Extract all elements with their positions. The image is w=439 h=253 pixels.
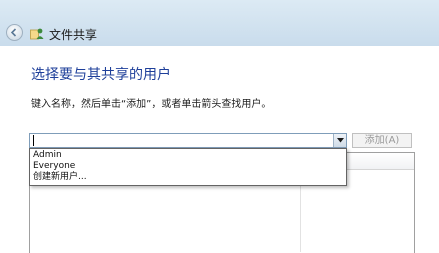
user-dropdown-list[interactable]: Admin Everyone 创建新用户... [29,148,347,186]
dropdown-option-create-new-user[interactable]: 创建新用户... [33,172,87,183]
window-title: 文件共享 [49,28,98,42]
text-caret [33,135,34,146]
instruction-text: 键入名称，然后单击“添加”，或者单击箭头查找用户。 [31,99,272,110]
dropdown-option-everyone[interactable]: Everyone [33,161,75,172]
back-button[interactable] [6,24,23,41]
file-sharing-window: 文件共享 选择要与其共享的用户 键入名称，然后单击“添加”，或者单击箭头查找用户… [0,0,439,253]
chevron-down-icon [337,138,344,143]
back-arrow-icon [10,28,17,37]
share-users-icon [30,28,44,40]
user-name-combobox[interactable] [29,133,347,148]
add-button[interactable]: 添加(A) [352,133,412,148]
title-bar: 文件共享 [0,0,439,46]
combobox-dropdown-button[interactable] [333,134,346,147]
page-heading: 选择要与其共享的用户 [31,67,171,83]
dropdown-option-admin[interactable]: Admin [33,150,62,161]
